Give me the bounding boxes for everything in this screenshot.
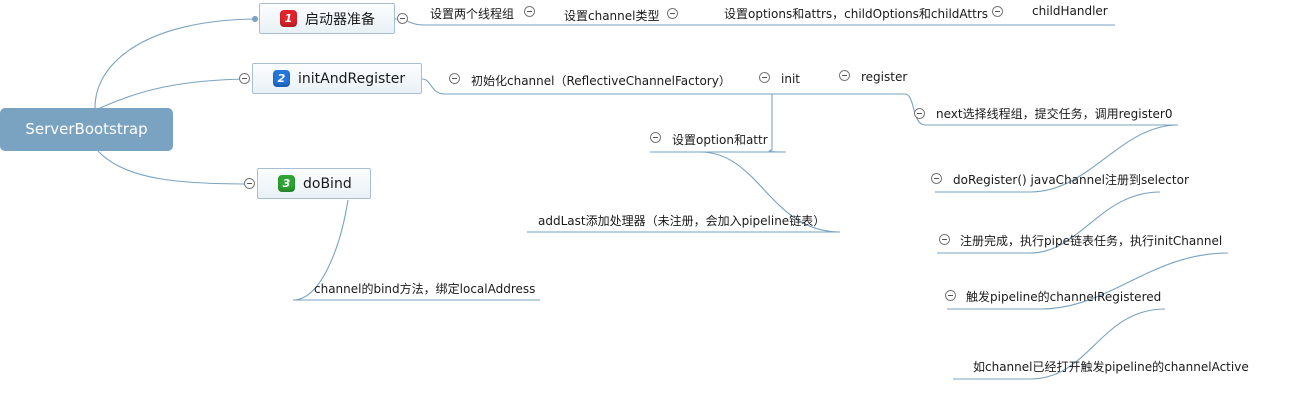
topic-register[interactable]: register bbox=[861, 70, 907, 84]
number-badge-icon: 3 bbox=[278, 175, 295, 192]
branch-node-2[interactable]: 2 initAndRegister bbox=[252, 63, 422, 94]
collapse-toggle-icon[interactable] bbox=[939, 234, 950, 245]
collapse-toggle-icon[interactable] bbox=[397, 13, 408, 24]
topic-set-option-attr[interactable]: 设置option和attr bbox=[672, 133, 768, 147]
collapse-dot-icon[interactable] bbox=[252, 16, 258, 22]
branch-label: initAndRegister bbox=[298, 70, 406, 87]
topic-init-channel[interactable]: 初始化channel（ReflectiveChannelFactory） bbox=[471, 74, 731, 88]
link-root-branch3 bbox=[97, 150, 251, 185]
topic-register-done[interactable]: 注册完成，执行pipe链表任务，执行initChannel bbox=[960, 234, 1222, 248]
topic-do-register[interactable]: doRegister() javaChannel注册到selector bbox=[953, 173, 1189, 187]
topic-add-last[interactable]: addLast添加处理器（未注册，会加入pipeline链表） bbox=[538, 214, 825, 228]
collapse-toggle-icon[interactable] bbox=[914, 108, 925, 119]
link-root-branch1 bbox=[94, 18, 257, 109]
topic-next-select[interactable]: next选择线程组，提交任务，调用register0 bbox=[936, 107, 1173, 121]
collapse-toggle-icon[interactable] bbox=[931, 173, 942, 184]
collapse-toggle-icon[interactable] bbox=[244, 178, 255, 189]
root-node-serverbootstrap[interactable]: ServerBootstrap bbox=[0, 108, 173, 151]
collapse-toggle-icon[interactable] bbox=[945, 290, 956, 301]
connector-lines bbox=[94, 18, 1229, 380]
collapse-toggle-icon[interactable] bbox=[650, 132, 661, 143]
topic-set-options[interactable]: 设置options和attrs，childOptions和childAttrs bbox=[724, 7, 988, 21]
collapse-toggle-icon[interactable] bbox=[839, 70, 850, 81]
collapse-toggle-icon[interactable] bbox=[449, 73, 460, 84]
branch-node-1[interactable]: 1 启动器准备 bbox=[259, 3, 395, 34]
topic-fire-registered[interactable]: 触发pipeline的channelRegistered bbox=[966, 290, 1161, 304]
collapse-toggle-icon[interactable] bbox=[759, 72, 770, 83]
branch-node-3[interactable]: 3 doBind bbox=[257, 168, 371, 199]
branch-label: doBind bbox=[303, 175, 352, 192]
collapse-toggle-icon[interactable] bbox=[667, 8, 678, 19]
branch-label: 启动器准备 bbox=[305, 11, 375, 28]
topic-child-handler[interactable]: childHandler bbox=[1032, 4, 1108, 18]
collapse-toggle-icon[interactable] bbox=[239, 73, 250, 84]
number-badge-icon: 1 bbox=[280, 10, 297, 27]
topic-set-thread-groups[interactable]: 设置两个线程组 bbox=[430, 7, 514, 21]
link-root-branch2 bbox=[99, 78, 249, 109]
topic-init[interactable]: init bbox=[781, 72, 800, 86]
topic-set-channel-type[interactable]: 设置channel类型 bbox=[564, 9, 660, 23]
topic-channel-bind[interactable]: channel的bind方法，绑定localAddress bbox=[314, 282, 535, 296]
collapse-toggle-icon[interactable] bbox=[992, 6, 1003, 17]
topic-fire-active[interactable]: 如channel已经打开触发pipeline的channelActive bbox=[973, 360, 1249, 374]
number-badge-icon: 2 bbox=[273, 70, 290, 87]
collapse-toggle-icon[interactable] bbox=[524, 6, 535, 17]
